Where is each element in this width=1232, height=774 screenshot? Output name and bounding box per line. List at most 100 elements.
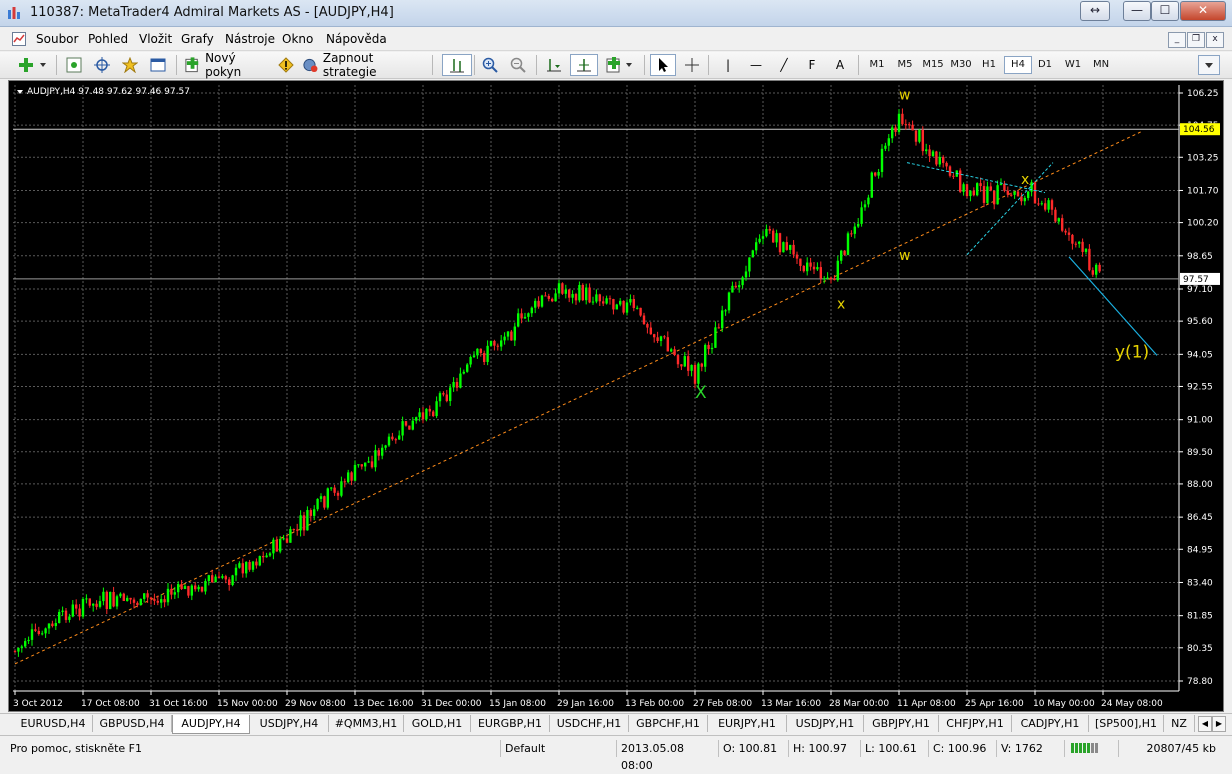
restore-size-button[interactable]: ↔ — [1080, 1, 1110, 21]
candle-body — [921, 129, 924, 152]
candle-body — [466, 364, 469, 372]
menu-grafy[interactable]: Grafy — [181, 32, 214, 46]
candle-body — [1020, 196, 1023, 202]
timeframe-m1[interactable]: M1 — [864, 56, 890, 74]
candle-body — [445, 394, 448, 402]
bar-chart-button[interactable] — [442, 54, 472, 76]
candle-body — [459, 373, 462, 388]
horizontal-line-tool-button[interactable]: — — [744, 54, 768, 76]
candle-body — [20, 646, 23, 648]
trendline-tool-button[interactable]: ╱ — [772, 54, 796, 76]
timeframe-w1[interactable]: W1 — [1060, 56, 1086, 74]
tab-cadjpy-h1[interactable]: CADJPY,H1 — [1012, 715, 1089, 732]
candle-body — [789, 244, 792, 250]
chart-restore-button[interactable]: ❐ — [1187, 32, 1205, 48]
price-tick-label: 78.80 — [1187, 677, 1213, 687]
favorites-button[interactable] — [118, 54, 142, 76]
candle-body — [217, 576, 221, 578]
text-tool-button[interactable]: A — [828, 54, 852, 76]
price-tick-label: 88.00 — [1187, 480, 1213, 490]
crosshair-move-button[interactable] — [90, 54, 114, 76]
chart-shift-button[interactable] — [570, 54, 598, 76]
candle-body — [1047, 200, 1050, 210]
maximize-button[interactable]: ☐ — [1151, 1, 1179, 21]
candle-body — [972, 190, 975, 196]
toggle-strategies-button[interactable]: Zapnout strategie — [302, 51, 424, 79]
tab-gbpusd-h4[interactable]: GBPUSD,H4 — [93, 715, 172, 732]
chart-close-button[interactable]: x — [1206, 32, 1224, 48]
projection-line — [1068, 256, 1158, 356]
tab-eurjpy-h1[interactable]: EURJPY,H1 — [708, 715, 787, 732]
candle-body — [744, 271, 748, 278]
menu-okno[interactable]: Okno — [282, 32, 313, 46]
timeframe-h4[interactable]: H4 — [1004, 56, 1032, 74]
menu-soubor[interactable]: Soubor — [36, 32, 78, 46]
price-chart[interactable]: 106.25104.75103.25101.70100.2098.6597.10… — [9, 81, 1223, 711]
status-volume: V: 1762 — [996, 740, 1062, 757]
timeframe-d1[interactable]: D1 — [1032, 56, 1058, 74]
price-tick-label: 84.95 — [1187, 545, 1213, 555]
tab-audjpy-h4[interactable]: AUDJPY,H4 — [172, 715, 250, 734]
timeframe-m30[interactable]: M30 — [948, 56, 974, 74]
indicators-button[interactable] — [604, 54, 638, 76]
candle-body — [374, 450, 377, 468]
candle-body — [690, 364, 693, 371]
candle-body — [61, 610, 64, 612]
timeframe-m5[interactable]: M5 — [892, 56, 918, 74]
tab-usdjpy-h1[interactable]: USDJPY,H1 — [787, 715, 864, 732]
candle-body — [979, 183, 982, 187]
candle-body — [160, 599, 163, 603]
vertical-line-tool-button[interactable]: | — [716, 54, 740, 76]
menu-pohled[interactable]: Pohled — [88, 32, 128, 46]
alert-button[interactable] — [276, 54, 296, 76]
tab-eurgbp-h1[interactable]: EURGBP,H1 — [471, 715, 550, 732]
tabs-scroll-left-button[interactable]: ◀ — [1198, 716, 1212, 732]
tab-gbpjpy-h1[interactable]: GBPJPY,H1 — [864, 715, 939, 732]
candle-body — [425, 408, 428, 420]
tab-gold-h1[interactable]: GOLD,H1 — [404, 715, 471, 732]
candle-body — [404, 421, 408, 426]
chart-window[interactable]: 106.25104.75103.25101.70100.2098.6597.10… — [8, 80, 1224, 712]
tab-gbpchf-h1[interactable]: GBPCHF,H1 — [629, 715, 708, 732]
tab-usdjpy-h4[interactable]: USDJPY,H4 — [250, 715, 329, 732]
new-order-button[interactable]: Nový pokyn — [184, 51, 272, 79]
cursor-tool-button[interactable] — [650, 54, 676, 76]
tab-chfjpy-h1[interactable]: CHFJPY,H1 — [939, 715, 1012, 732]
toolbar-overflow-button[interactable] — [1198, 55, 1220, 75]
chart-minimize-button[interactable]: _ — [1168, 32, 1186, 48]
candle-body — [105, 591, 108, 610]
candle-body — [92, 603, 95, 606]
candle-body — [670, 349, 673, 352]
new-chart-button[interactable] — [16, 54, 50, 76]
tab-nz[interactable]: NZ — [1164, 715, 1195, 732]
star-icon — [122, 57, 138, 73]
support-trendline — [14, 130, 1144, 665]
candle-body — [139, 598, 142, 606]
tab-sp500-h1[interactable]: [SP500],H1 — [1089, 715, 1164, 732]
terminal-window-button[interactable] — [146, 54, 170, 76]
crosshair-tool-button[interactable] — [680, 54, 704, 76]
zoom-in-button[interactable] — [478, 54, 502, 76]
minimize-button[interactable]: — — [1123, 1, 1151, 21]
candle-body — [693, 364, 697, 384]
indicators-icon — [606, 57, 632, 73]
close-button[interactable]: ✕ — [1180, 1, 1226, 21]
profiles-button[interactable] — [62, 54, 86, 76]
candle-body — [632, 299, 635, 308]
tab-usdchf-h1[interactable]: USDCHF,H1 — [550, 715, 629, 732]
tab-eurusd-h4[interactable]: EURUSD,H4 — [14, 715, 93, 732]
timeframe-m15[interactable]: M15 — [920, 56, 946, 74]
autoscroll-button[interactable] — [542, 54, 566, 76]
menu-napoveda[interactable]: Nápověda — [326, 32, 387, 46]
time-tick-label: 10 May 00:00 — [1033, 699, 1095, 709]
fibonacci-tool-button[interactable]: F — [800, 54, 824, 76]
menu-vlozit[interactable]: Vložit — [139, 32, 172, 46]
candle-body — [391, 436, 394, 440]
timeframe-mn[interactable]: MN — [1088, 56, 1114, 74]
timeframe-h1[interactable]: H1 — [976, 56, 1002, 74]
tab-qmm3-h1[interactable]: #QMM3,H1 — [329, 715, 404, 732]
candle-body — [1088, 248, 1091, 271]
menu-nastroje[interactable]: Nástroje — [225, 32, 275, 46]
tabs-scroll-right-button[interactable]: ▶ — [1212, 716, 1226, 732]
zoom-out-button[interactable] — [506, 54, 530, 76]
